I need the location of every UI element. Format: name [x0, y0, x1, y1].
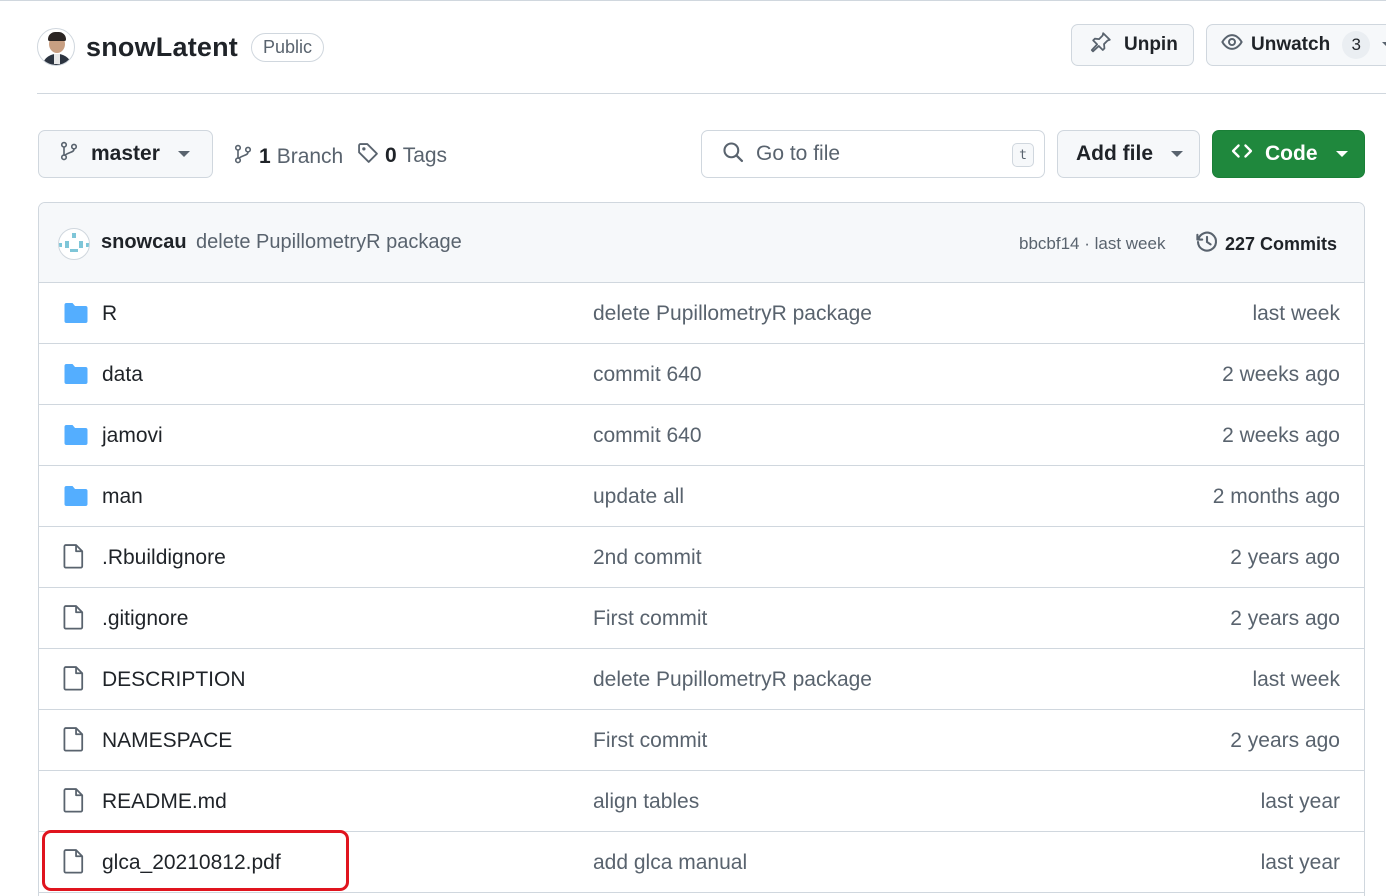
- git-branch-icon: [59, 140, 79, 168]
- branch-name: master: [91, 142, 160, 165]
- folder-icon: [63, 302, 89, 329]
- file-name-link[interactable]: jamovi: [102, 424, 163, 448]
- commit-author[interactable]: snowcau: [101, 231, 187, 254]
- file-row[interactable]: jamovi commit 640 2 weeks ago: [39, 405, 1364, 466]
- chevron-down-icon: [1171, 151, 1183, 157]
- file-row[interactable]: .Rbuildignore 2nd commit 2 years ago: [39, 527, 1364, 588]
- file-icon: [63, 787, 85, 818]
- file-icon: [63, 604, 85, 635]
- commits-link[interactable]: 227 Commits: [1195, 230, 1337, 259]
- header-divider: [37, 93, 1386, 94]
- pin-icon: [1090, 31, 1112, 59]
- file-icon: [63, 665, 85, 696]
- file-name-link[interactable]: .gitignore: [102, 607, 188, 631]
- keyboard-shortcut-hint: t: [1012, 143, 1034, 167]
- chevron-down-icon[interactable]: [1382, 42, 1386, 48]
- file-row[interactable]: data commit 640 2 weeks ago: [39, 344, 1364, 405]
- file-commit-age: 2 years ago: [1230, 607, 1340, 630]
- commit-hash-time[interactable]: bbcbf14 · last week: [1019, 234, 1165, 254]
- unpin-label: Unpin: [1124, 34, 1178, 55]
- branch-count-label: Branch: [276, 145, 344, 168]
- file-row[interactable]: glca_20210812.pdf add glca manual last yea…: [39, 832, 1364, 893]
- file-commit-age: last week: [1252, 302, 1340, 325]
- file-commit-age: 2 weeks ago: [1222, 363, 1340, 386]
- file-row[interactable]: .gitignore First commit 2 years ago: [39, 588, 1364, 649]
- top-divider: [0, 0, 1386, 1]
- chevron-down-icon: [177, 151, 190, 157]
- file-list: Rdelete PupillometryR package last week da…: [39, 283, 1364, 893]
- file-name-link[interactable]: glca_20210812.pdf: [102, 851, 281, 875]
- file-row[interactable]: DESCRIPTION delete PupillometryR package l…: [39, 649, 1364, 710]
- file-commit-message-link[interactable]: commit 640: [593, 363, 702, 387]
- file-commit-message-link[interactable]: delete PupillometryR package: [593, 668, 872, 692]
- code-button[interactable]: Code: [1212, 130, 1365, 178]
- unpin-button[interactable]: Unpin: [1071, 24, 1194, 66]
- add-file-button[interactable]: Add file: [1057, 130, 1200, 178]
- repo-header: snowLatent Public: [37, 26, 325, 68]
- file-commit-age: last year: [1260, 851, 1340, 874]
- unwatch-label: Unwatch: [1251, 34, 1331, 55]
- owner-avatar[interactable]: [37, 28, 75, 66]
- file-name-link[interactable]: DESCRIPTION: [102, 668, 246, 692]
- file-name-link[interactable]: man: [102, 485, 143, 509]
- file-commit-message-link[interactable]: update all: [593, 485, 684, 509]
- file-commit-age: 2 months ago: [1212, 485, 1340, 508]
- branches-link[interactable]: 1 Branch: [233, 142, 343, 172]
- file-icon: [63, 848, 85, 879]
- tag-count-label: Tags: [402, 144, 448, 167]
- search-icon: [722, 141, 744, 168]
- file-row[interactable]: NAMESPACE First commit 2 years ago: [39, 710, 1364, 771]
- file-row[interactable]: man update all 2 months ago: [39, 466, 1364, 527]
- code-label: Code: [1265, 142, 1318, 165]
- latest-commit-bar: snowcau delete PupillometryR package bbc…: [39, 203, 1364, 283]
- file-commit-message-link[interactable]: First commit: [593, 729, 707, 753]
- code-icon: [1231, 140, 1253, 168]
- file-name-link[interactable]: .Rbuildignore: [102, 546, 226, 570]
- file-table: snowcau delete PupillometryR package bbc…: [38, 202, 1365, 896]
- file-commit-age: last year: [1260, 790, 1340, 813]
- commit-message[interactable]: delete PupillometryR package: [196, 231, 462, 254]
- branch-selector[interactable]: master: [38, 130, 213, 178]
- file-name-link[interactable]: data: [102, 363, 143, 387]
- repo-name[interactable]: snowLatent: [86, 32, 238, 63]
- file-commit-message-link[interactable]: commit 640: [593, 424, 702, 448]
- file-commit-message-link[interactable]: align tables: [593, 790, 699, 814]
- eye-icon: [1221, 31, 1243, 59]
- go-to-file-input[interactable]: Go to file t: [701, 130, 1045, 178]
- commits-count: 227 Commits: [1225, 234, 1338, 254]
- file-icon: [63, 726, 85, 757]
- file-name-link[interactable]: R: [102, 302, 117, 326]
- file-commit-age: 2 weeks ago: [1222, 424, 1340, 447]
- file-commit-message-link[interactable]: First commit: [593, 607, 707, 631]
- file-icon: [63, 543, 85, 574]
- folder-icon: [63, 363, 89, 390]
- file-commit-age: 2 years ago: [1230, 729, 1340, 752]
- file-commit-age: last week: [1252, 668, 1340, 691]
- history-icon: [1195, 230, 1219, 259]
- author-avatar[interactable]: [58, 228, 90, 260]
- file-name-link[interactable]: README.md: [102, 790, 227, 814]
- tags-link[interactable]: 0 Tags: [357, 142, 447, 170]
- chevron-down-icon: [1335, 151, 1348, 157]
- folder-icon: [63, 424, 89, 451]
- unwatch-button[interactable]: Unwatch 3: [1206, 24, 1386, 66]
- visibility-badge: Public: [251, 32, 325, 62]
- watch-count: 3: [1342, 31, 1371, 59]
- file-commit-age: 2 years ago: [1230, 546, 1340, 569]
- file-row[interactable]: README.md align tables last year: [39, 771, 1364, 832]
- add-file-label: Add file: [1076, 142, 1153, 165]
- file-row[interactable]: Rdelete PupillometryR package last week: [39, 283, 1364, 344]
- file-commit-message-link[interactable]: add glca manual: [593, 851, 747, 875]
- file-name-link[interactable]: NAMESPACE: [102, 729, 232, 753]
- git-branch-icon: [233, 142, 259, 172]
- search-placeholder: Go to file: [756, 142, 841, 165]
- file-commit-message-link[interactable]: 2nd commit: [593, 546, 702, 570]
- folder-icon: [63, 485, 89, 512]
- file-commit-message-link[interactable]: delete PupillometryR package: [593, 302, 872, 326]
- tag-icon: [357, 142, 385, 170]
- branch-count: 1: [259, 145, 271, 168]
- tag-count: 0: [385, 144, 397, 167]
